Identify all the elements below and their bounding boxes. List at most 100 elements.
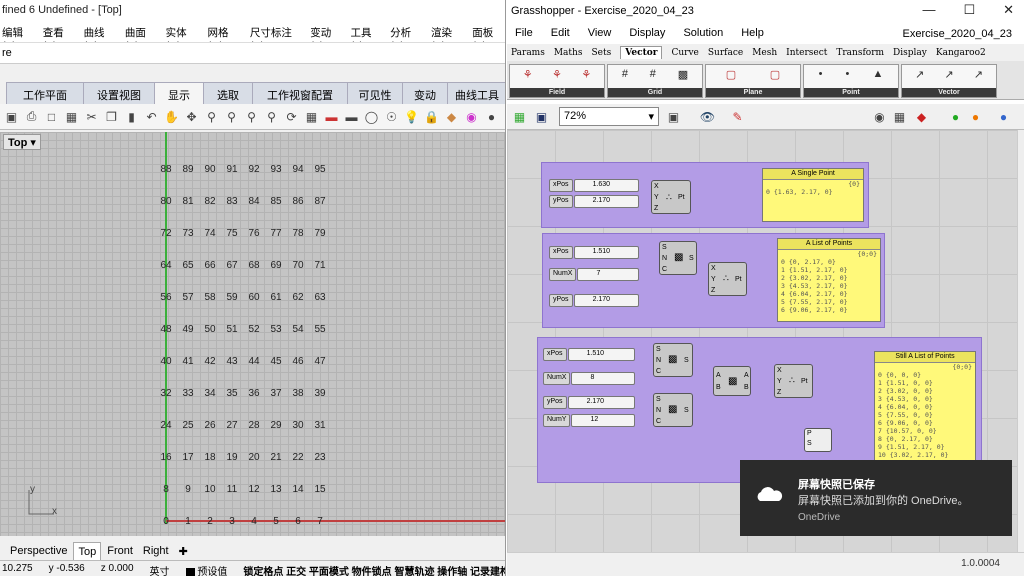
menu-tools[interactable]: 工具(L) xyxy=(350,25,381,52)
group-field[interactable]: ⚘ ⚘ ⚘ Field xyxy=(509,64,605,98)
color-wheel-icon[interactable]: ◉ xyxy=(463,108,480,125)
field-line-icon[interactable]: ⚘ xyxy=(552,68,562,81)
slider-ypos[interactable]: yPos 2.170 xyxy=(549,195,639,208)
tab-params[interactable]: Params xyxy=(511,48,545,58)
preview-mode-icon[interactable]: ◉ xyxy=(871,108,888,125)
viewport-label[interactable]: Top ▾ xyxy=(3,134,41,150)
tab-transform[interactable]: Transform xyxy=(836,48,884,58)
open-file-icon[interactable]: ▦ xyxy=(511,108,528,125)
slider-xpos-2[interactable]: xPos 1.510 xyxy=(549,246,639,259)
menu-solution[interactable]: Solution xyxy=(683,27,723,41)
menu-analyze[interactable]: 分析(A) xyxy=(390,25,422,52)
command-line[interactable]: re xyxy=(0,42,505,64)
construct-point-icon[interactable]: • xyxy=(819,68,823,80)
status-modes[interactable]: 锁定格点 正交 平面模式 物件锁点 智慧轨迹 操作轴 记录建构历史 过滤器 xyxy=(243,563,505,576)
xy-plane-icon[interactable]: ▢ xyxy=(770,68,780,81)
tab-maths[interactable]: Maths xyxy=(554,48,583,58)
print-icon[interactable]: ⎙ xyxy=(23,108,40,125)
slider-ypos-3[interactable]: yPos 2.170 xyxy=(543,396,635,409)
view-tab-perspective[interactable]: Perspective xyxy=(6,542,71,562)
slider-numy[interactable]: NumY 12 xyxy=(543,414,635,427)
right-scrollbar[interactable] xyxy=(1017,130,1024,552)
menu-dimension[interactable]: 尺寸标注(D) xyxy=(250,25,301,52)
tab-visibility[interactable]: 可见性 xyxy=(347,82,403,104)
tab-display[interactable]: 显示 xyxy=(154,82,204,104)
undo-icon[interactable]: ↶ xyxy=(143,108,160,125)
tab-vector[interactable]: Vector xyxy=(620,46,663,59)
tab-set-view[interactable]: 设置视图 xyxy=(83,82,155,104)
analysis-icon[interactable]: ☉ xyxy=(383,108,400,125)
preview-selected-icon[interactable]: ● xyxy=(947,108,964,125)
slider-xpos[interactable]: xPos 1.630 xyxy=(549,179,639,192)
open-icon[interactable]: ▦ xyxy=(63,108,80,125)
group-plane[interactable]: ▢ ▢ Plane xyxy=(705,64,801,98)
zoom-extents-icon[interactable]: ▣ xyxy=(665,108,682,125)
viewport-layout-icon[interactable]: ▦ xyxy=(303,108,320,125)
view-tab-front[interactable]: Front xyxy=(103,542,137,562)
deconstruct-point-icon[interactable]: • xyxy=(846,68,850,80)
tab-intersect[interactable]: Intersect xyxy=(786,48,827,58)
add-view-icon[interactable]: ✚ xyxy=(175,542,192,562)
series-component[interactable]: S N C ▩ S xyxy=(659,241,697,275)
wireframe-icon[interactable]: ▦ xyxy=(891,108,908,125)
field-icon[interactable]: ⚘ xyxy=(523,68,533,81)
grid-populate-icon[interactable]: ▩ xyxy=(678,68,688,81)
status-layer[interactable]: 预设值 xyxy=(185,563,227,576)
field-spin-icon[interactable]: ⚘ xyxy=(581,68,591,81)
unit-vector-icon[interactable]: ↗ xyxy=(944,68,953,81)
tab-transform[interactable]: 变动 xyxy=(402,82,448,104)
cut-icon[interactable]: ✂ xyxy=(83,108,100,125)
menu-transform[interactable]: 变动(T) xyxy=(310,25,341,52)
series-component-x[interactable]: S N C ▩ S xyxy=(653,343,693,377)
render-sphere-icon[interactable]: ● xyxy=(483,108,500,125)
tab-viewport-layout[interactable]: 工作视窗配置 xyxy=(252,82,348,104)
material-icon[interactable]: ● xyxy=(967,108,984,125)
slider-numx-2[interactable]: NumX 8 xyxy=(543,372,635,385)
tab-kangaroo2[interactable]: Kangaroo2 xyxy=(936,48,986,58)
layer-icon[interactable]: ◆ xyxy=(443,108,460,125)
zoom-window-icon[interactable]: ⚲ xyxy=(223,108,240,125)
group-point[interactable]: • • ▲ Point xyxy=(803,64,899,98)
menu-surface[interactable]: 曲面(S) xyxy=(125,25,157,52)
tab-curve-tools[interactable]: 曲线工具 xyxy=(447,82,505,104)
shaded-icon[interactable]: ◆ xyxy=(913,108,930,125)
slider-xpos-3[interactable]: xPos 1.510 xyxy=(543,348,635,361)
tab-cplanes[interactable]: 工作平面 xyxy=(6,82,84,104)
tab-display[interactable]: Display xyxy=(893,48,927,58)
menu-solid[interactable]: 实体(O) xyxy=(166,25,199,52)
grid-hex-icon[interactable]: # xyxy=(650,68,656,81)
menu-edit[interactable]: 编辑(E) xyxy=(2,25,34,52)
view-tab-top[interactable]: Top xyxy=(73,542,102,562)
minimize-icon[interactable]: — xyxy=(922,2,935,18)
display-sphere-icon[interactable]: ● xyxy=(995,108,1012,125)
slider-ypos-2[interactable]: yPos 2.170 xyxy=(549,294,639,307)
menu-help[interactable]: Help xyxy=(741,27,764,41)
panel-single-point[interactable]: A Single Point {0} 0 {1.63, 2.17, 0} xyxy=(762,168,864,222)
view-tab-right[interactable]: Right xyxy=(139,542,173,562)
tab-curve[interactable]: Curve xyxy=(671,48,698,58)
menu-view[interactable]: 查看(V) xyxy=(43,25,75,52)
point-display-component[interactable]: P S xyxy=(804,428,832,452)
select-icon[interactable]: ◯ xyxy=(363,108,380,125)
menu-edit[interactable]: Edit xyxy=(551,27,570,41)
maximize-icon[interactable]: ☐ xyxy=(963,2,975,18)
panel-list-of-points[interactable]: A List of Points {0;0} 0 {0, 2.17, 0} 1 … xyxy=(777,238,881,322)
vector-xyz-icon[interactable]: ↗ xyxy=(915,68,924,81)
close-icon[interactable]: ✕ xyxy=(1003,2,1014,18)
plane-icon[interactable]: ▢ xyxy=(726,68,736,81)
tab-select[interactable]: 选取 xyxy=(203,82,253,104)
cross-reference-component[interactable]: A B ▩ A B xyxy=(713,366,751,396)
top-viewport[interactable]: Top ▾ 88 89 90 91 92 93 94 95 80 81 82 83 84 85 86 87 72… xyxy=(0,132,505,536)
menu-panels[interactable]: 面板(P) xyxy=(472,25,504,52)
construct-point-component-3[interactable]: X Y Z ∴ Pt xyxy=(774,364,813,398)
car-icon[interactable]: ▬ xyxy=(323,108,340,125)
zoom-field[interactable]: 72% ▾ xyxy=(559,107,659,126)
tab-mesh[interactable]: Mesh xyxy=(752,48,777,58)
save-file-icon[interactable]: ▣ xyxy=(533,108,550,125)
pan-hand-icon[interactable]: ✋ xyxy=(163,108,180,125)
zoom-extents-icon[interactable]: ⚲ xyxy=(243,108,260,125)
save-icon[interactable]: ▣ xyxy=(3,108,20,125)
paste-icon[interactable]: ▮ xyxy=(123,108,140,125)
menu-render[interactable]: 渲染(R) xyxy=(431,25,463,52)
tab-sets[interactable]: Sets xyxy=(591,48,611,58)
